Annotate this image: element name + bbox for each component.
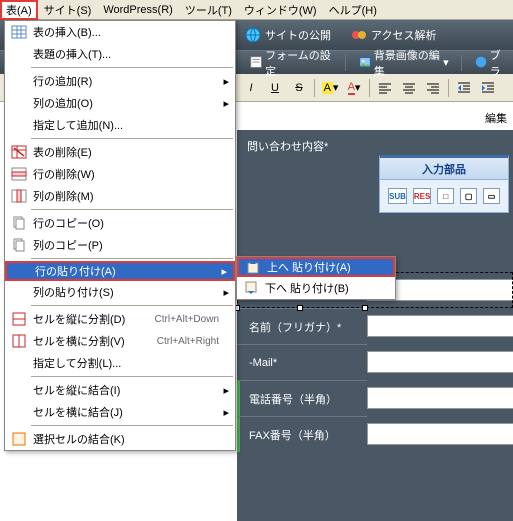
align-left-button[interactable] — [374, 77, 396, 99]
menu-wordpress[interactable]: WordPress(R) — [97, 2, 178, 18]
form-icon — [249, 55, 263, 71]
menu-tools[interactable]: ツール(T) — [179, 0, 238, 20]
form-row[interactable]: -Mail* — [237, 344, 513, 380]
browser-icon — [474, 55, 488, 71]
paste-down-icon — [241, 278, 261, 298]
menubar: 表(A) サイト(S) WordPress(R) ツール(T) ウィンドウ(W)… — [0, 0, 513, 20]
chevron-right-icon: ▸ — [223, 286, 229, 299]
globe-icon — [245, 27, 261, 43]
mi-add-col[interactable]: 列の追加(O)▸ — [5, 92, 235, 114]
text-input[interactable] — [367, 351, 513, 373]
merge-icon — [9, 429, 29, 449]
mi-add-spec[interactable]: 指定して追加(N)... — [5, 114, 235, 136]
split-v-icon — [9, 309, 29, 329]
chevron-right-icon: ▸ — [223, 406, 229, 419]
mi-split-v[interactable]: セルを縦に分割(D)Ctrl+Alt+Down — [5, 308, 235, 330]
bg-edit-button[interactable]: 背景画像の編集 ▾ — [354, 47, 453, 79]
input-parts-palette[interactable]: 入力部品 SUB RES □ ▢ ▭ — [379, 155, 509, 213]
mi-paste-above[interactable]: 上へ 貼り付け(A) — [237, 257, 395, 277]
publish-label: サイトの公開 — [265, 27, 331, 43]
mi-del-col[interactable]: 列の削除(M) — [5, 185, 235, 207]
table-menu-dropdown: 表の挿入(B)... 表題の挿入(T)... 行の追加(R)▸ 列の追加(O)▸… — [4, 20, 236, 451]
menu-site[interactable]: サイト(S) — [38, 0, 98, 20]
form-settings-button[interactable]: フォームの設定 — [245, 47, 337, 79]
palette-title: 入力部品 — [380, 158, 508, 180]
browser-button[interactable]: ブラ — [470, 47, 513, 79]
form-row[interactable]: 名前（フリガナ）* — [237, 308, 513, 344]
palette-item-text[interactable]: □ — [437, 188, 454, 204]
delete-col-icon — [9, 186, 29, 206]
copy-icon — [9, 213, 29, 233]
analytics-icon — [351, 27, 367, 43]
palette-item-area[interactable]: ▢ — [460, 188, 477, 204]
mi-merge-sel[interactable]: 選択セルの結合(K) — [5, 428, 235, 450]
chevron-right-icon: ▸ — [223, 75, 229, 88]
mi-merge-h[interactable]: セルを横に結合(J)▸ — [5, 401, 235, 423]
split-h-icon — [9, 331, 29, 351]
menu-help[interactable]: ヘルプ(H) — [323, 0, 383, 20]
table-icon — [9, 22, 29, 42]
align-right-button[interactable] — [422, 77, 444, 99]
mi-del-row[interactable]: 行の削除(W) — [5, 163, 235, 185]
mi-split-h[interactable]: セルを横に分割(V)Ctrl+Alt+Right — [5, 330, 235, 352]
mi-merge-v[interactable]: セルを縦に結合(I)▸ — [5, 379, 235, 401]
menu-window[interactable]: ウィンドウ(W) — [238, 0, 323, 20]
paste-row-submenu: 上へ 貼り付け(A) 下へ 貼り付け(B) — [236, 256, 396, 300]
image-icon — [358, 55, 372, 71]
palette-item-field[interactable]: ▭ — [483, 188, 500, 204]
mi-split-spec[interactable]: 指定して分割(L)... — [5, 352, 235, 374]
chevron-right-icon: ▸ — [221, 265, 227, 278]
chevron-right-icon: ▸ — [223, 384, 229, 397]
mi-add-row[interactable]: 行の追加(R)▸ — [5, 70, 235, 92]
chevron-right-icon: ▸ — [223, 97, 229, 110]
analytics-button[interactable]: アクセス解析 — [351, 27, 436, 43]
form-row[interactable]: FAX番号（半角） — [237, 416, 513, 452]
indent-in-button[interactable] — [477, 77, 499, 99]
mi-insert-caption[interactable]: 表題の挿入(T)... — [5, 43, 235, 65]
field-label: 名前（フリガナ）* — [237, 308, 367, 344]
mi-paste-row[interactable]: 行の貼り付け(A)▸ — [5, 261, 235, 281]
paste-up-icon — [243, 257, 263, 277]
palette-item-sub[interactable]: SUB — [388, 188, 407, 204]
mi-paste-below[interactable]: 下へ 貼り付け(B) — [237, 277, 395, 299]
indent-out-button[interactable] — [453, 77, 475, 99]
mi-copy-row[interactable]: 行のコピー(O) — [5, 212, 235, 234]
text-input[interactable] — [367, 387, 513, 409]
edit-button[interactable]: 編集 — [485, 110, 507, 126]
mi-copy-col[interactable]: 列のコピー(P) — [5, 234, 235, 256]
mi-paste-col[interactable]: 列の貼り付け(S)▸ — [5, 281, 235, 303]
strike-button[interactable]: S — [288, 77, 310, 99]
publish-site-button[interactable]: サイトの公開 — [245, 27, 331, 43]
bgcolor-button[interactable]: A▾ — [319, 77, 341, 99]
field-label: -Mail* — [237, 344, 367, 380]
underline-button[interactable]: U — [264, 77, 286, 99]
field-label: 電話番号（半角） — [237, 380, 367, 416]
form-row[interactable]: 電話番号（半角） — [237, 380, 513, 416]
textcolor-button[interactable]: A▾ — [343, 77, 365, 99]
analytics-label: アクセス解析 — [371, 27, 436, 43]
mi-del-table[interactable]: 表の削除(E) — [5, 141, 235, 163]
delete-table-icon — [9, 142, 29, 162]
palette-item-res[interactable]: RES — [413, 188, 431, 204]
copy-icon — [9, 235, 29, 255]
text-input[interactable] — [367, 423, 513, 445]
mi-insert-table[interactable]: 表の挿入(B)... — [5, 21, 235, 43]
align-center-button[interactable] — [398, 77, 420, 99]
menu-table[interactable]: 表(A) — [0, 0, 38, 20]
text-input[interactable] — [367, 315, 513, 337]
italic-button[interactable]: I — [240, 77, 262, 99]
delete-row-icon — [9, 164, 29, 184]
field-label: FAX番号（半角） — [237, 416, 367, 452]
chevron-down-icon: ▾ — [443, 56, 449, 69]
